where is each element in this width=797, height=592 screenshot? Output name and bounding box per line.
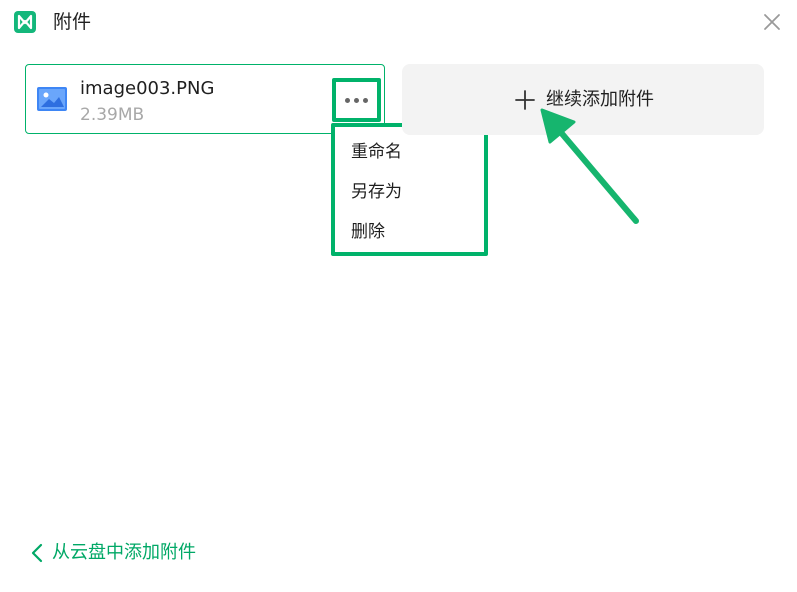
more-options-button[interactable] — [332, 78, 381, 122]
attachment-dialog: 附件 image003.PNG 2.39MB 重命名 另存为 删除 继续添加附件 — [0, 0, 797, 592]
plus-icon — [515, 90, 535, 110]
add-more-attachments-button[interactable]: 继续添加附件 — [402, 64, 764, 135]
add-from-cloud-link[interactable]: 从云盘中添加附件 — [30, 540, 196, 566]
dialog-title: 附件 — [53, 11, 92, 33]
context-menu: 重命名 另存为 删除 — [331, 123, 488, 256]
menu-item-delete[interactable]: 删除 — [335, 215, 484, 255]
add-more-label: 继续添加附件 — [546, 89, 654, 110]
file-name: image003.PNG — [80, 78, 215, 99]
file-size: 2.39MB — [80, 105, 145, 125]
app-logo-icon — [14, 11, 36, 33]
add-from-cloud-label: 从云盘中添加附件 — [52, 542, 196, 563]
more-horizontal-icon — [345, 97, 368, 103]
menu-item-rename[interactable]: 重命名 — [335, 135, 484, 175]
menu-item-save-as[interactable]: 另存为 — [335, 175, 484, 215]
chevron-left-icon — [31, 543, 43, 563]
image-file-icon — [37, 87, 67, 111]
close-icon[interactable] — [760, 10, 784, 34]
